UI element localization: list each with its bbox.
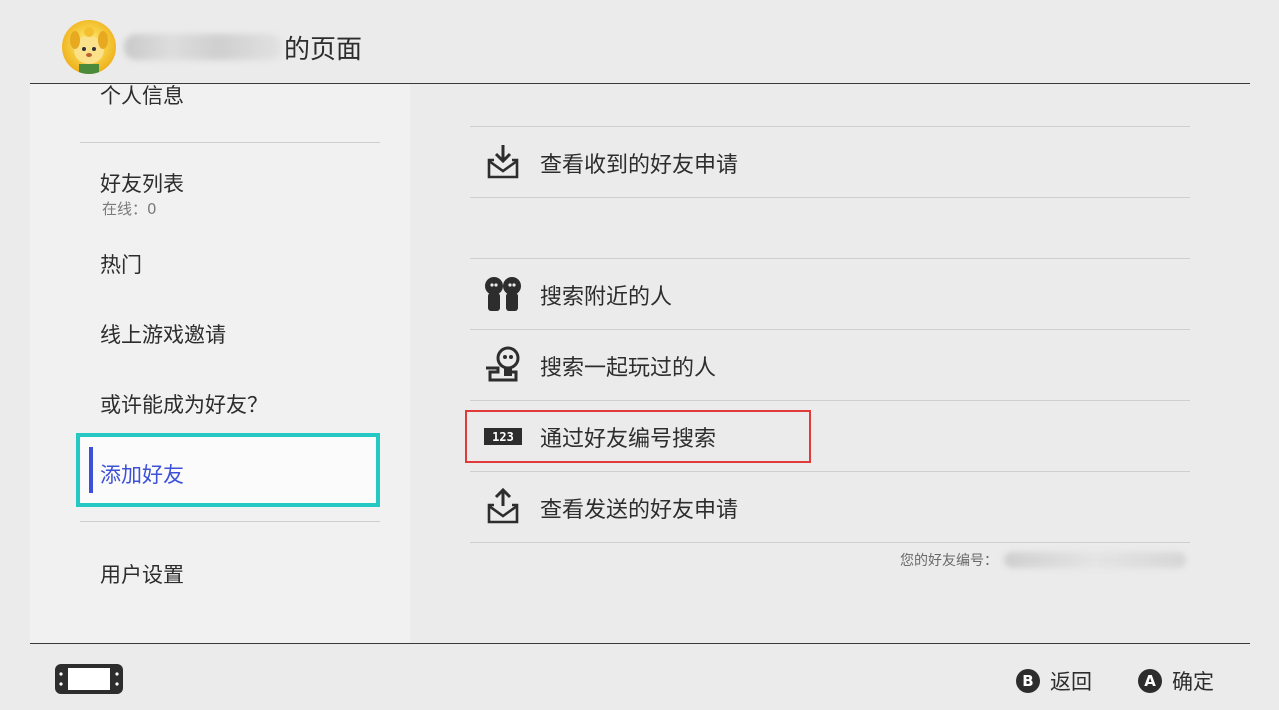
inbox-download-icon bbox=[487, 145, 519, 179]
annotation-highlight-box bbox=[465, 410, 811, 463]
sidebar-item-suggested-friends[interactable]: 或许能成为好友？ bbox=[100, 389, 268, 419]
nearby-people-icon bbox=[485, 277, 521, 311]
friend-code-value-obscured bbox=[1004, 552, 1186, 568]
sidebar-divider bbox=[80, 521, 380, 522]
sidebar-item-online-invites[interactable]: 线上游戏邀请 bbox=[100, 319, 226, 349]
b-button-icon: B bbox=[1016, 669, 1040, 693]
sidebar-item-profile[interactable]: 个人信息 bbox=[100, 84, 184, 110]
sidebar-item-label: 添加好友 bbox=[100, 463, 184, 487]
confirm-label: 确定 bbox=[1172, 670, 1214, 694]
friend-code-label: 您的好友编号： bbox=[900, 553, 998, 569]
menu-item-label: 查看收到的好友申请 bbox=[540, 153, 739, 178]
a-button-icon: A bbox=[1138, 669, 1162, 693]
switch-console-icon bbox=[55, 664, 123, 694]
content-divider bbox=[470, 542, 1190, 543]
my-friend-code: 您的好友编号： bbox=[900, 550, 1186, 570]
page-title: 的页面 bbox=[284, 34, 363, 65]
played-with-icon bbox=[486, 346, 520, 382]
menu-item-label: 搜索一起玩过的人 bbox=[540, 356, 717, 381]
menu-item-received-requests[interactable]: 查看收到的好友申请 bbox=[470, 127, 1190, 197]
menu-item-search-nearby[interactable]: 搜索附近的人 bbox=[470, 259, 1190, 329]
outbox-upload-icon bbox=[487, 488, 519, 524]
menu-item-label: 查看发送的好友申请 bbox=[540, 498, 739, 523]
username-obscured bbox=[124, 34, 282, 60]
footer-divider bbox=[30, 643, 1250, 644]
menu-item-label: 搜索附近的人 bbox=[540, 285, 673, 310]
user-avatar[interactable] bbox=[62, 20, 116, 74]
sidebar-item-user-settings[interactable]: 用户设置 bbox=[100, 559, 184, 589]
confirm-button[interactable]: A 确定 bbox=[1138, 666, 1214, 696]
selection-indicator bbox=[89, 447, 93, 493]
sidebar-item-add-friend[interactable]: 添加好友 bbox=[76, 433, 380, 507]
sidebar-item-friend-list[interactable]: 好友列表 bbox=[100, 168, 184, 198]
sidebar-divider bbox=[80, 142, 380, 143]
sidebar-item-popular[interactable]: 热门 bbox=[100, 249, 142, 279]
back-button[interactable]: B 返回 bbox=[1016, 666, 1092, 696]
page-header: 的页面 bbox=[0, 0, 1279, 84]
content-divider bbox=[470, 197, 1190, 198]
back-label: 返回 bbox=[1050, 670, 1092, 694]
sidebar: 个人信息 好友列表 在线：0 热门 线上游戏邀请 或许能成为好友？ 添加好友 用… bbox=[30, 84, 410, 643]
page-title-area: 的页面 bbox=[124, 30, 363, 65]
avatar-character-icon bbox=[70, 27, 108, 74]
menu-item-sent-requests[interactable]: 查看发送的好友申请 bbox=[470, 472, 1190, 542]
sidebar-online-count: 在线：0 bbox=[102, 200, 157, 218]
menu-item-search-played-with[interactable]: 搜索一起玩过的人 bbox=[470, 330, 1190, 400]
